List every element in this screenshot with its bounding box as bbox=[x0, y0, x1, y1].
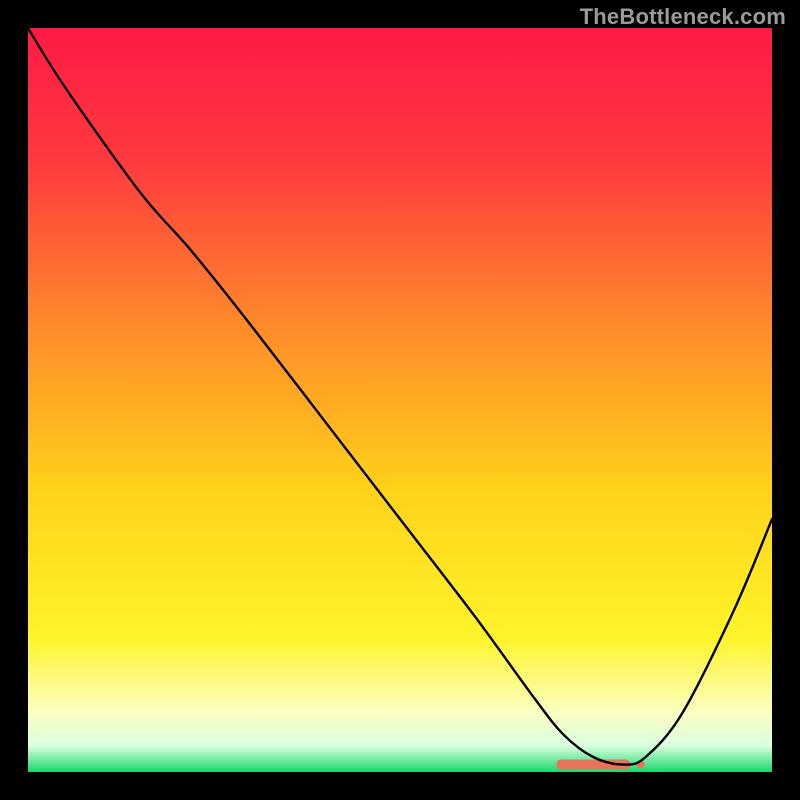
chart-background bbox=[28, 28, 772, 772]
chart-svg bbox=[28, 28, 772, 772]
chart-plot-area bbox=[28, 28, 772, 772]
chart-frame: TheBottleneck.com bbox=[0, 0, 800, 800]
watermark-text: TheBottleneck.com bbox=[580, 4, 786, 30]
